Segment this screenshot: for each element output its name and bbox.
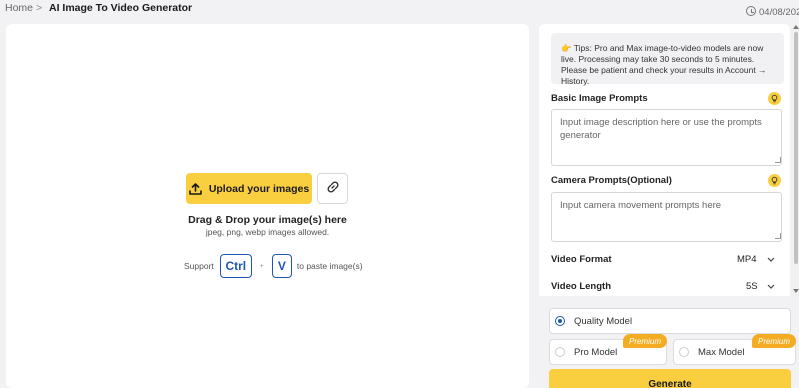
ctrl-key: Ctrl	[219, 254, 252, 278]
resize-grip-icon[interactable]	[775, 233, 781, 239]
video-length-label: Video Length	[551, 281, 611, 292]
upload-dropzone[interactable]: Upload your images Drag & Drop your imag…	[6, 24, 529, 388]
quality-model-option[interactable]: Quality Model	[549, 308, 791, 334]
drag-drop-title: Drag & Drop your image(s) here	[188, 214, 347, 226]
quality-model-label: Quality Model	[574, 315, 633, 327]
pro-model-label: Pro Model	[574, 346, 618, 358]
resize-grip-icon[interactable]	[775, 157, 781, 163]
basic-prompts-input[interactable]	[551, 109, 782, 166]
date-display: 04/08/2025	[746, 6, 799, 18]
paste-prefix: Support	[184, 261, 214, 271]
upload-images-label: Upload your images	[208, 182, 310, 195]
allowed-formats-text: jpeg, png, webp images allowed.	[205, 227, 330, 237]
breadcrumb-bar: Home > AI Image To Video Generator 04/08…	[0, 0, 799, 22]
link-icon	[326, 180, 340, 197]
clock-icon	[746, 6, 756, 16]
premium-badge: Premium	[751, 334, 796, 348]
scroll-down-arrow-icon[interactable]	[793, 289, 799, 293]
pro-model-option[interactable]: Pro Model Premium	[549, 334, 667, 365]
upload-icon	[189, 182, 202, 195]
scroll-up-arrow-icon[interactable]	[793, 25, 799, 29]
generate-button[interactable]: Generate	[549, 369, 791, 388]
pro-model-radio[interactable]	[555, 347, 565, 357]
video-format-select[interactable]: MP4	[737, 254, 757, 265]
max-model-radio[interactable]	[679, 347, 689, 357]
date-text: 04/08/2025	[759, 7, 799, 18]
v-key: V	[271, 254, 292, 278]
scrollbar-thumb[interactable]	[794, 32, 798, 264]
tips-box: 👉 Tips: Pro and Max image-to-video model…	[551, 33, 784, 86]
link-upload-button[interactable]	[317, 173, 348, 204]
panel-scrollbar[interactable]	[792, 24, 799, 296]
chevron-down-icon[interactable]	[767, 257, 775, 263]
premium-badge: Premium	[622, 334, 667, 348]
camera-prompt-bulb-icon[interactable]	[768, 174, 781, 187]
paste-suffix: to paste image(s)	[296, 261, 363, 271]
paste-hint: Support Ctrl + V to paste image(s)	[184, 254, 363, 278]
breadcrumb-home-link[interactable]: Home	[5, 2, 33, 14]
camera-prompts-label: Camera Prompts(Optional)	[551, 175, 672, 186]
max-model-option[interactable]: Max Model Premium	[673, 334, 796, 365]
video-format-label: Video Format	[551, 254, 612, 265]
camera-prompts-input[interactable]	[551, 192, 782, 242]
video-length-select[interactable]: 5S	[746, 281, 758, 292]
page-title: AI Image To Video Generator	[49, 2, 193, 14]
prompt-generator-bulb-icon[interactable]	[768, 92, 781, 105]
chevron-down-icon[interactable]	[767, 284, 775, 290]
quality-model-radio[interactable]	[555, 316, 565, 326]
breadcrumb-separator: >	[36, 2, 43, 14]
upload-images-button[interactable]: Upload your images	[186, 173, 312, 204]
plus-sign: +	[259, 262, 264, 270]
basic-prompts-label: Basic Image Prompts	[551, 93, 648, 104]
settings-panel: 👉 Tips: Pro and Max image-to-video model…	[539, 24, 790, 296]
max-model-label: Max Model	[698, 346, 745, 358]
